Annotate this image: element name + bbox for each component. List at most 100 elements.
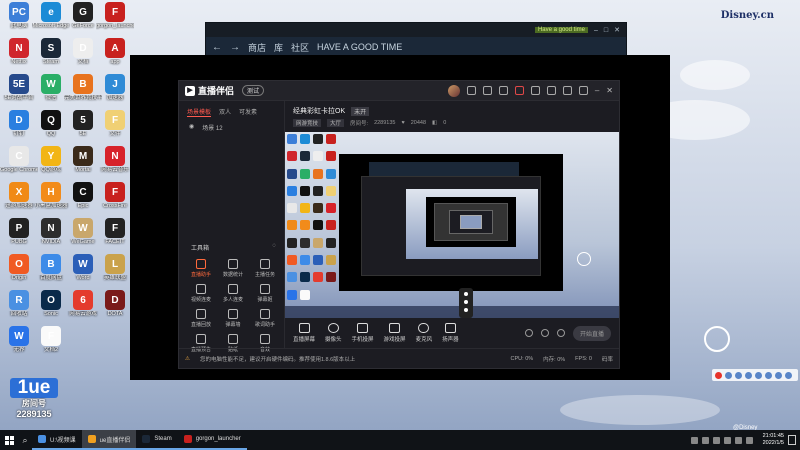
desktop-icon[interactable]: F FACEIT (96, 218, 134, 246)
stream-title[interactable]: 经典彩虹卡拉OK (293, 106, 345, 116)
app-icon: F (105, 218, 125, 238)
desktop-icon[interactable]: D DOTA (96, 290, 134, 318)
nav-store[interactable]: 商店 (248, 41, 266, 54)
version-pill[interactable]: 测试 (242, 85, 265, 96)
desktop-icon[interactable]: Aapp (96, 38, 134, 66)
tray-icon[interactable] (701, 436, 709, 444)
ime-icon[interactable] (755, 371, 762, 379)
start-button[interactable] (0, 430, 18, 450)
app-icon: R (9, 290, 29, 310)
toolbox-item[interactable]: 数据统计 (217, 259, 249, 278)
nav-community[interactable]: 社区 (291, 41, 309, 54)
taskbar-item[interactable]: gorgon_launcher (177, 430, 247, 450)
minimize-icon[interactable]: – (594, 27, 598, 34)
tool-label: 多人连麦 (222, 297, 243, 303)
toolbox-item[interactable]: 直播助手 (185, 259, 217, 278)
cart-icon[interactable] (546, 86, 556, 95)
taskbar-item[interactable]: U:\视频课 (32, 430, 82, 450)
category-chip[interactable]: 网游竞技 (293, 119, 322, 127)
gift-icon[interactable] (514, 86, 524, 95)
microphone-button[interactable]: 麦克风 (416, 323, 432, 343)
steam-window[interactable]: Have a good time – □ ✕ ← → 商店 库 社区 HAVE … (205, 22, 627, 56)
game-cast-button[interactable]: 游戏投屏 (384, 323, 406, 343)
record-icon[interactable] (524, 329, 533, 337)
user-avatar[interactable] (447, 84, 460, 97)
ime-icon[interactable] (745, 371, 752, 379)
stream-tag[interactable]: 未开 (351, 106, 370, 116)
eye-icon[interactable]: ◉ (189, 123, 194, 132)
ime-icon[interactable] (785, 371, 792, 379)
close-icon[interactable]: ✕ (614, 26, 620, 34)
preview-icon (287, 255, 297, 266)
camera-button[interactable]: 摄像头 (325, 323, 342, 343)
desktop-icon[interactable]: Fgorgon_launcher (96, 2, 134, 30)
live-companion-window[interactable]: ▶ 直播伴侣 测试 – ✕ 场景模板 双人 可发素 ◉ 场景 12 工具箱 ◌ … (178, 80, 620, 369)
nav-username[interactable]: HAVE A GOOD TIME (317, 42, 402, 52)
app-icon: C (73, 182, 93, 202)
minimize-icon[interactable]: – (595, 86, 599, 95)
toolbox-item[interactable]: 主播任务 (249, 259, 281, 278)
toolbox-item[interactable]: 视频连麦 (185, 284, 217, 303)
tab-dual[interactable]: 双人 (219, 107, 231, 117)
message-icon[interactable] (466, 86, 476, 95)
input-method-toolbar[interactable] (712, 369, 798, 381)
tool-icon (260, 309, 270, 319)
phone-icon (357, 323, 369, 333)
floating-circle-button[interactable] (704, 326, 730, 352)
toolbox-more-icon[interactable]: ◌ (272, 243, 276, 252)
toolbox-item[interactable]: 弹幕墙 (217, 309, 249, 328)
go-live-button[interactable]: 开始直播 (572, 325, 611, 341)
toolbox-item[interactable]: 直播回放 (185, 309, 217, 328)
ime-icon[interactable] (745, 436, 753, 444)
search-icon[interactable]: ⌕ (18, 430, 32, 450)
source-controls: 直播屏幕 摄像头 手机投屏 游戏投屏 麦克风 扬声器 开始直播 (285, 318, 619, 348)
preview-icon (287, 168, 297, 179)
tab-material[interactable]: 可发素 (239, 107, 257, 117)
control-label: 游戏投屏 (383, 337, 406, 343)
ime-icon[interactable] (725, 371, 732, 379)
speaker-button[interactable]: 扬声器 (442, 323, 459, 343)
bell-icon[interactable] (562, 86, 572, 95)
live-preview[interactable] (285, 132, 619, 318)
screen-capture-button[interactable]: 直播屏幕 (293, 323, 315, 343)
desktop-icon[interactable]: F CrossFire (96, 182, 134, 210)
close-icon[interactable]: ✕ (606, 86, 613, 95)
desktop-icon[interactable]: L 英雄联盟 (96, 254, 134, 282)
ime-icon[interactable] (735, 371, 742, 379)
nav-library[interactable]: 库 (274, 41, 283, 54)
desktop-icon[interactable]: J 加速器 (96, 74, 134, 102)
menu-icon[interactable] (498, 86, 508, 95)
notification-icon[interactable] (788, 435, 796, 445)
tray-icon[interactable] (712, 436, 720, 444)
volume-icon[interactable] (734, 436, 742, 444)
steam-notification[interactable]: Have a good time (534, 27, 588, 33)
taskbar-clock[interactable]: 21:01:45 2022/1/5 (759, 433, 788, 447)
subcategory-chip[interactable]: 大厅 (327, 119, 345, 127)
skin-icon[interactable] (482, 86, 492, 95)
eye-icon[interactable] (540, 329, 549, 337)
network-icon[interactable] (723, 436, 731, 444)
desktop-icon[interactable]: F 文档2 (32, 326, 70, 354)
ime-icon[interactable] (715, 371, 722, 379)
ime-icon[interactable] (765, 371, 772, 379)
toolbox-item[interactable]: 歌词助手 (249, 309, 281, 328)
scene-row[interactable]: ◉ 场景 12 (179, 119, 284, 136)
maximize-icon[interactable]: □ (604, 27, 608, 34)
desktop-icon[interactable]: N 网易云音乐 (96, 146, 134, 174)
taskbar-item[interactable]: ue直播伴侣 (81, 430, 137, 450)
phone-cast-button[interactable]: 手机投屏 (352, 323, 374, 343)
tab-scene-template[interactable]: 场景模板 (187, 107, 212, 117)
settings-icon[interactable] (578, 86, 588, 95)
toolbox-item[interactable]: 弹幕姬 (249, 284, 281, 303)
desktop-icon[interactable]: F 文件 (96, 110, 134, 138)
forward-arrow-icon[interactable]: → (230, 42, 240, 53)
taskbar-tasks: U:\视频课 ue直播伴侣 Steam gorgon_launcher (32, 430, 247, 450)
taskbar-item[interactable]: Steam (136, 430, 178, 450)
tray-icon[interactable] (690, 436, 698, 444)
lock-icon[interactable] (530, 86, 540, 95)
disney-watermark: Disney.cn (720, 10, 774, 21)
ime-icon[interactable] (775, 371, 782, 379)
toolbox-item[interactable]: 多人连麦 (217, 284, 249, 303)
back-arrow-icon[interactable]: ← (212, 42, 222, 53)
gear-icon[interactable] (556, 329, 565, 337)
